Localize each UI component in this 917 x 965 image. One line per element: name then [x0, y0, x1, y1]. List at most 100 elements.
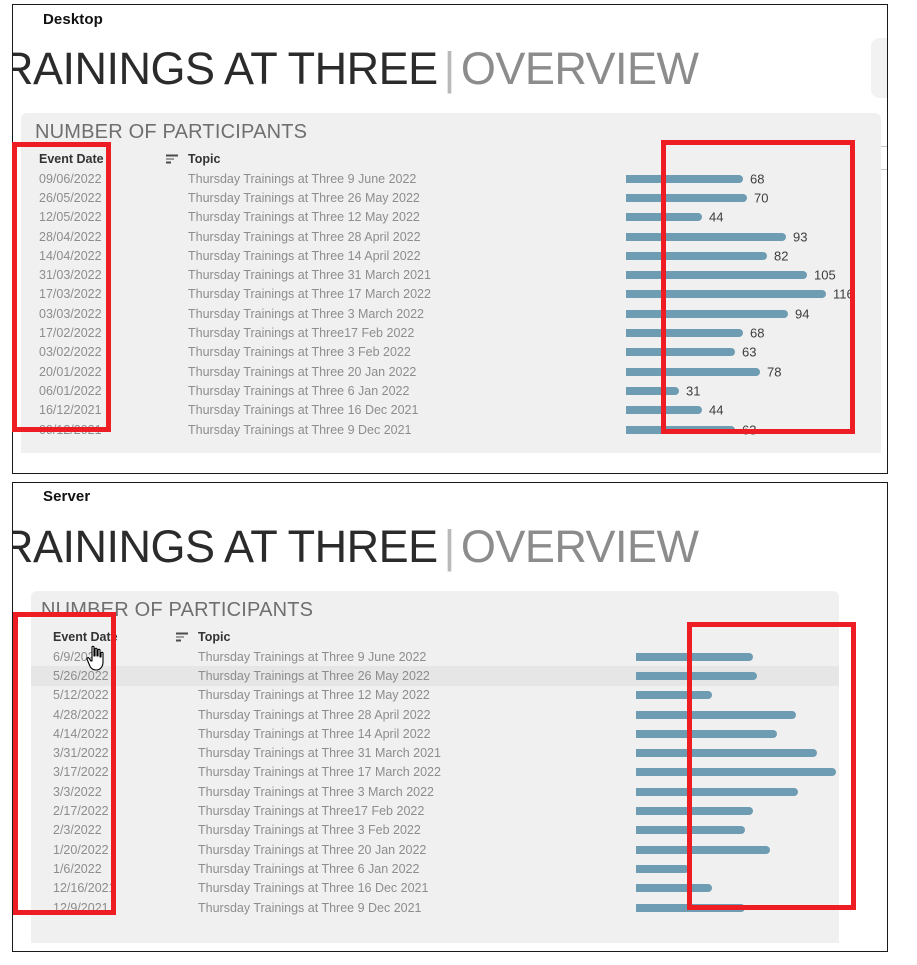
cell-topic: Thursday Trainings at Three 20 Jan 2022 — [188, 364, 417, 379]
table-row[interactable]: 2/17/2022 Thursday Trainings at Three17 F… — [31, 801, 839, 820]
cell-bar: 68 — [626, 169, 881, 188]
bar-value-label: 78 — [767, 364, 782, 380]
bar-participants[interactable] — [626, 174, 743, 183]
cell-topic: Thursday Trainings at Three 31 March 202… — [198, 746, 441, 761]
cell-event-date: 4/14/2022 — [53, 726, 109, 741]
table-row[interactable]: 12/9/2021 Thursday Trainings at Three 9 D… — [31, 898, 839, 917]
bar-participants[interactable] — [636, 903, 745, 912]
cell-bar — [636, 898, 839, 917]
table-row[interactable]: 6/9/2022 Thursday Trainings at Three 9 Ju… — [31, 647, 839, 666]
table-row[interactable]: 14/04/2022 Thursday Trainings at Three 14… — [21, 246, 881, 265]
table-row[interactable]: 4/28/2022 Thursday Trainings at Three 28 … — [31, 705, 839, 724]
bar-participants[interactable] — [636, 787, 798, 796]
cell-topic: Thursday Trainings at Three 3 March 2022 — [188, 306, 425, 321]
bar-participants[interactable] — [626, 271, 807, 280]
dashboard-title-separator: | — [443, 521, 456, 572]
table-row[interactable]: 1/20/2022 Thursday Trainings at Three 20 … — [31, 840, 839, 859]
card-title-desktop: NUMBER OF PARTICIPANTS — [35, 121, 308, 143]
cell-event-date: 2/3/2022 — [53, 823, 102, 838]
table-row[interactable]: 5/26/2022 Thursday Trainings at Three 26 … — [31, 666, 839, 686]
table-row[interactable]: 12/05/2022 Thursday Trainings at Three 12… — [21, 208, 881, 227]
table-row[interactable]: 26/05/2022 Thursday Trainings at Three 26… — [21, 188, 881, 207]
bar-participants[interactable] — [636, 807, 753, 816]
cell-topic: Thursday Trainings at Three 16 Dec 2021 — [198, 881, 429, 896]
bar-participants[interactable] — [626, 251, 767, 260]
bar-participants[interactable] — [626, 309, 788, 318]
bar-participants[interactable] — [636, 884, 712, 893]
cell-topic: Thursday Trainings at Three 3 Feb 2022 — [198, 823, 421, 838]
bar-participants[interactable] — [636, 729, 777, 738]
cell-topic: Thursday Trainings at Three 3 Feb 2022 — [188, 345, 411, 360]
bar-participants[interactable] — [626, 193, 747, 202]
table-row[interactable]: 16/12/2021 Thursday Trainings at Three 16… — [21, 401, 881, 420]
table-row[interactable]: 06/01/2022 Thursday Trainings at Three 6 … — [21, 381, 881, 400]
bar-participants[interactable] — [636, 691, 712, 700]
column-header-event-date[interactable]: Event Date — [21, 152, 166, 166]
bar-participants[interactable] — [626, 290, 826, 299]
column-header-event-date[interactable]: Event Date — [31, 630, 176, 644]
cell-bar: 44 — [626, 401, 881, 420]
cell-event-date: 09/06/2022 — [39, 171, 102, 186]
table-row[interactable]: 17/02/2022 Thursday Trainings at Three17 … — [21, 323, 881, 342]
table-row[interactable]: 2/3/2022 Thursday Trainings at Three 3 Fe… — [31, 821, 839, 840]
card-title-server: NUMBER OF PARTICIPANTS — [41, 599, 314, 621]
table-row[interactable]: 03/02/2022 Thursday Trainings at Three 3 … — [21, 343, 881, 362]
table-row[interactable]: 09/12/2021 Thursday Trainings at Three 9 … — [21, 420, 881, 439]
table-row[interactable]: 1/6/2022 Thursday Trainings at Three 6 Ja… — [31, 859, 839, 878]
bar-participants[interactable] — [636, 710, 796, 719]
table-row[interactable]: 20/01/2022 Thursday Trainings at Three 20… — [21, 362, 881, 381]
table-row[interactable]: 3/31/2022 Thursday Trainings at Three 31 … — [31, 743, 839, 762]
bar-participants[interactable] — [636, 652, 753, 661]
cell-bar — [636, 782, 839, 801]
grid-header-row: Event Date Topic — [31, 627, 839, 647]
table-row[interactable]: 28/04/2022 Thursday Trainings at Three 28… — [21, 227, 881, 246]
cell-event-date: 12/9/2021 — [53, 900, 109, 915]
table-row[interactable]: 3/17/2022 Thursday Trainings at Three 17 … — [31, 763, 839, 782]
column-header-topic[interactable]: Topic — [176, 630, 636, 644]
bar-participants[interactable] — [636, 864, 689, 873]
cell-topic: Thursday Trainings at Three 17 March 202… — [198, 765, 441, 780]
sort-descending-icon[interactable] — [176, 632, 188, 642]
cell-bar — [636, 686, 839, 705]
cell-event-date: 31/03/2022 — [39, 268, 102, 283]
table-row[interactable]: 4/14/2022 Thursday Trainings at Three 14 … — [31, 724, 839, 743]
bar-participants[interactable] — [636, 749, 817, 758]
cell-bar — [636, 705, 839, 724]
bar-participants[interactable] — [636, 768, 836, 777]
bar-participants[interactable] — [636, 671, 757, 680]
cell-bar: 78 — [626, 362, 881, 381]
bar-participants[interactable] — [626, 213, 702, 222]
bar-participants[interactable] — [636, 826, 745, 835]
cell-bar: 116 — [626, 285, 881, 304]
grid-header-row: Event Date Topic — [21, 149, 881, 169]
cell-topic: Thursday Trainings at Three 9 Dec 2021 — [188, 422, 412, 437]
cell-bar — [636, 859, 839, 878]
table-row[interactable]: 09/06/2022 Thursday Trainings at Three 9 … — [21, 169, 881, 188]
bar-participants[interactable] — [626, 406, 702, 415]
bar-value-label: 68 — [750, 325, 765, 341]
bar-participants[interactable] — [626, 386, 679, 395]
cell-bar — [636, 743, 839, 762]
bar-value-label: 63 — [742, 344, 757, 360]
table-row[interactable]: 12/16/2021 Thursday Trainings at Three 16… — [31, 879, 839, 898]
cell-topic: Thursday Trainings at Three17 Feb 2022 — [188, 326, 415, 341]
cell-event-date: 5/26/2022 — [53, 668, 109, 683]
bar-participants[interactable] — [636, 845, 770, 854]
sort-descending-icon[interactable] — [166, 154, 178, 164]
cell-bar — [636, 724, 839, 743]
cell-topic: Thursday Trainings at Three 14 April 202… — [188, 248, 421, 263]
table-row[interactable]: 17/03/2022 Thursday Trainings at Three 17… — [21, 285, 881, 304]
bar-participants[interactable] — [626, 367, 760, 376]
cell-event-date: 03/02/2022 — [39, 345, 102, 360]
table-row[interactable]: 3/3/2022 Thursday Trainings at Three 3 Ma… — [31, 782, 839, 801]
bar-participants[interactable] — [626, 425, 735, 434]
column-header-topic-label: Topic — [198, 630, 231, 644]
bar-participants[interactable] — [626, 232, 786, 241]
table-row[interactable]: 31/03/2022 Thursday Trainings at Three 31… — [21, 265, 881, 284]
bar-participants[interactable] — [626, 348, 735, 357]
table-row[interactable]: 5/12/2022 Thursday Trainings at Three 12 … — [31, 686, 839, 705]
column-header-topic[interactable]: Topic — [166, 152, 626, 166]
bar-participants[interactable] — [626, 329, 743, 338]
table-row[interactable]: 03/03/2022 Thursday Trainings at Three 3 … — [21, 304, 881, 323]
column-header-bars — [636, 627, 839, 647]
